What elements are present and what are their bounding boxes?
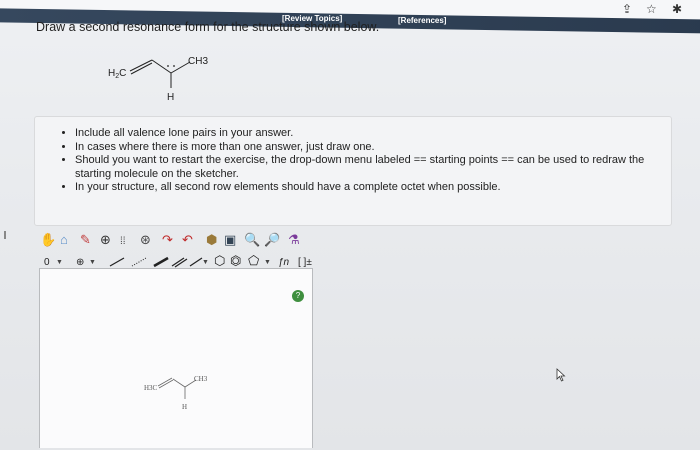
- lone-pair-dot: [167, 65, 169, 67]
- canvas-bottom-label: H: [182, 403, 187, 411]
- clean-icon[interactable]: ⚗: [288, 233, 300, 247]
- mouse-cursor-icon: [556, 368, 566, 382]
- canvas-left-label: H3C: [144, 384, 158, 392]
- instructions-box: Include all valence lone pairs in your a…: [34, 116, 672, 226]
- instructions-list: Include all valence lone pairs in your a…: [35, 117, 671, 195]
- extension-icon[interactable]: ✱: [672, 2, 682, 16]
- left-edge-marker: [0, 231, 6, 239]
- arrow2-icon[interactable]: ↶: [182, 233, 193, 247]
- given-structure: H2C CH3 H: [108, 56, 208, 103]
- h2c-label: H2C: [108, 68, 126, 80]
- wedge-bond-icon: [153, 256, 169, 268]
- share-icon[interactable]: ⇪: [622, 2, 632, 16]
- pentagon-icon[interactable]: ⬠: [248, 254, 259, 268]
- lone-pair-dot: [173, 65, 175, 67]
- benzene-icon[interactable]: ⏣: [230, 254, 241, 268]
- instruction-item: In your structure, all second row elemen…: [75, 181, 671, 195]
- chevron-down-icon[interactable]: ▼: [264, 259, 271, 266]
- chevron-down-icon[interactable]: ▼: [56, 259, 63, 266]
- question-prompt: Draw a second resonance form for the str…: [36, 20, 380, 34]
- instruction-item: Should you want to restart the exercise,…: [75, 154, 671, 181]
- pencil-icon[interactable]: ✎: [80, 233, 91, 247]
- hash-bond-icon: [131, 257, 147, 267]
- sketch-canvas[interactable]: H3C CH3 H: [39, 268, 313, 448]
- eraser-icon[interactable]: ⌂: [60, 233, 68, 247]
- canvas-molecule: H3C CH3 H: [144, 375, 208, 411]
- hand-icon[interactable]: ✋: [40, 233, 56, 247]
- lone-pair-icon[interactable]: ⁞⁞: [120, 235, 126, 249]
- templates-icon[interactable]: ⬢: [206, 233, 217, 247]
- instruction-item: Include all valence lone pairs in your a…: [75, 127, 671, 141]
- clipboard-icon[interactable]: ▣: [224, 233, 236, 247]
- hexagon-icon[interactable]: ⬡: [214, 254, 225, 268]
- help-button[interactable]: ?: [292, 290, 304, 302]
- triple-bond-icon: [189, 257, 203, 267]
- canvas-right-label: CH3: [194, 375, 208, 383]
- ch3-label: CH3: [188, 56, 208, 67]
- chevron-down-icon[interactable]: ▼: [89, 259, 96, 266]
- zoom-out-icon[interactable]: 🔎: [264, 233, 280, 247]
- single-bond-icon: [109, 257, 125, 267]
- atom-map-icon[interactable]: ⊛: [140, 233, 151, 247]
- star-icon[interactable]: ☆: [646, 2, 657, 16]
- instruction-item: In cases where there is more than one an…: [75, 141, 671, 155]
- zoom-in-icon[interactable]: 🔍: [244, 233, 260, 247]
- arrow-icon[interactable]: ↷: [162, 233, 173, 247]
- bond-tools: [109, 256, 203, 268]
- add-charge-icon[interactable]: ⊕: [100, 233, 111, 247]
- double-bond-line1: [129, 59, 153, 72]
- references-link[interactable]: [References]: [398, 16, 446, 25]
- chevron-down-icon[interactable]: ▼: [202, 259, 209, 266]
- h-label: H: [167, 92, 174, 103]
